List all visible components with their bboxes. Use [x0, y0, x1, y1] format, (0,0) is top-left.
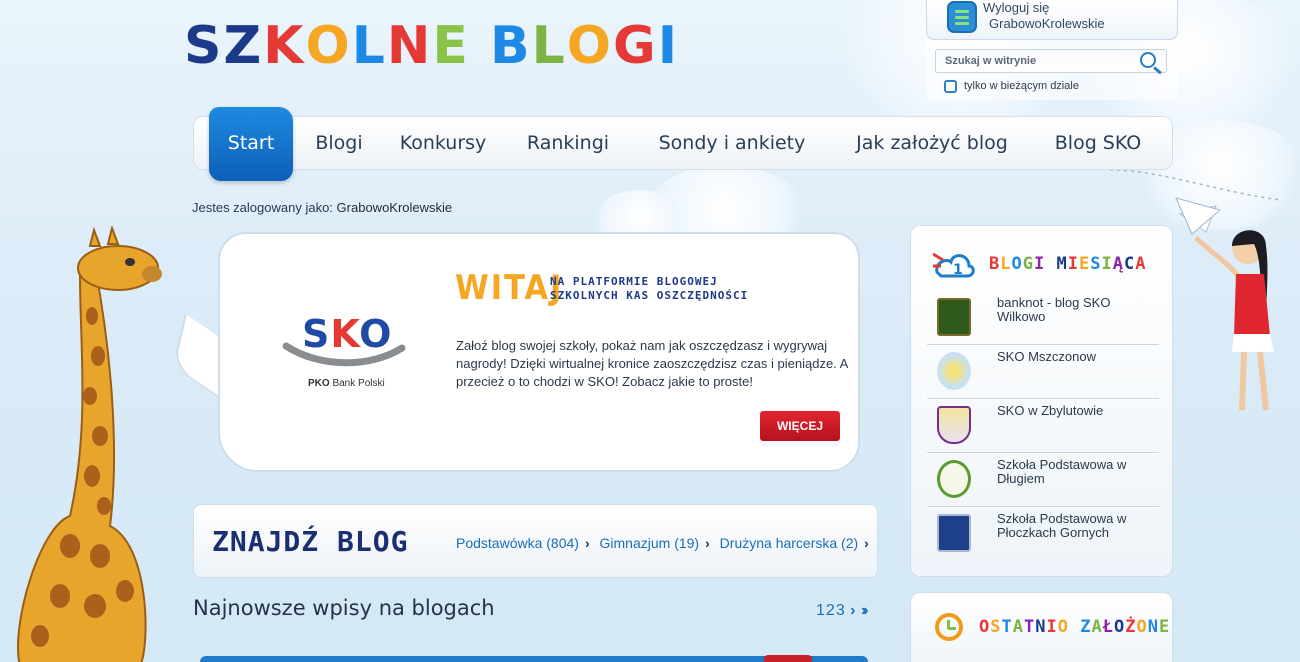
blog-name[interactable]: SKO w Zbylutowie	[997, 404, 1147, 418]
account-icon	[947, 1, 977, 33]
logo-letter: I	[657, 16, 680, 76]
search-icon[interactable]	[1140, 52, 1156, 68]
find-blog-links: Podstawówka (804) › Gimnazjum (19) › Druży…	[456, 535, 875, 551]
posts-bar-accent	[764, 655, 812, 662]
nav-item-jak-zalozyc[interactable]: Jak założyć blog	[856, 117, 1008, 171]
account-username: GrabowoKrolewskie	[989, 16, 1105, 31]
logo-letter: S	[184, 16, 224, 76]
nav-item-sondy[interactable]: Sondy i ankiety	[656, 117, 808, 171]
blog-name[interactable]: Szkoła Podstawowa w Płoczkach Gornych	[997, 512, 1147, 540]
blog-thumbnail[interactable]	[937, 460, 971, 498]
logo-letter: O	[305, 16, 352, 76]
chevron-right-icon: ›	[705, 535, 710, 551]
welcome-title: WITAJ	[455, 268, 564, 308]
section-only-checkbox-label: tylko w bieżącym dziale	[964, 80, 1079, 92]
page-link-1[interactable]: 1	[816, 602, 825, 619]
giraffe-illustration	[17, 226, 162, 662]
last-page-icon[interactable]: ››	[861, 602, 868, 619]
page-link-3[interactable]: 3	[836, 602, 845, 619]
page-link-2[interactable]: 2	[826, 602, 835, 619]
logged-in-user: GrabowoKrolewskie	[336, 200, 453, 215]
logout-link[interactable]: Wyloguj się	[983, 0, 1049, 15]
logo-letter: L	[531, 16, 567, 76]
main-nav: Start Blogi Konkursy Rankingi Sondy i an…	[193, 107, 1173, 181]
logo-letter: B	[490, 16, 532, 76]
blog-name[interactable]: banknot - blog SKO Wilkowo	[997, 296, 1147, 324]
nav-item-konkursy[interactable]: Konkursy	[394, 117, 492, 171]
blog-thumbnail[interactable]	[937, 514, 971, 552]
pko-bank-label: PKO Bank Polski	[308, 378, 385, 389]
sko-logo-text: SKO	[302, 312, 393, 356]
nav-item-blog-sko[interactable]: Blog SKO	[1050, 117, 1146, 171]
blog-thumbnail[interactable]	[937, 352, 971, 390]
svg-text:1: 1	[953, 262, 963, 278]
logo-letter: O	[566, 16, 613, 76]
logo-letter: G	[613, 16, 658, 76]
account-box: Wyloguj się GrabowoKrolewskie	[926, 0, 1178, 40]
chevron-right-icon: ›	[864, 535, 869, 551]
list-item[interactable]: banknot - blog SKO Wilkowo	[927, 292, 1159, 346]
site-logo[interactable]: SZKOLNE BLOGI	[184, 14, 679, 78]
logo-letter: L	[351, 16, 387, 76]
clock-icon	[935, 613, 963, 641]
blog-thumbnail[interactable]	[937, 298, 971, 336]
next-page-icon[interactable]: ›	[850, 602, 855, 619]
blog-thumbnail[interactable]	[937, 406, 971, 444]
list-item[interactable]: SKO Mszczonow	[927, 346, 1159, 400]
logo-letter: E	[432, 16, 470, 76]
blogs-of-month-panel: 1 BLOGI MIESIĄCA banknot - blog SKO Wilk…	[910, 225, 1173, 577]
section-only-checkbox[interactable]	[944, 80, 957, 93]
logo-letter	[470, 14, 490, 78]
logo-letter: K	[263, 16, 306, 76]
nav-item-rankingi[interactable]: Rankingi	[520, 117, 616, 171]
blog-name[interactable]: Szkoła Podstawowa w Długiem	[997, 458, 1147, 486]
logo-letter: Z	[223, 16, 264, 76]
find-link-druzyna[interactable]: Drużyna harcerska (2)	[720, 535, 859, 551]
sko-logo: SKO PKO Bank Polski	[280, 312, 410, 394]
find-link-podstawowka[interactable]: Podstawówka (804)	[456, 535, 579, 551]
recent-blogs-panel: OSTATNIO ZAŁOŻONE	[910, 592, 1173, 662]
list-item[interactable]: Szkoła Podstawowa w Długiem	[927, 454, 1159, 508]
welcome-subtitle: NA PLATFORMIE BLOGOWEJ SZKOLNYCH KAS OSZ…	[550, 275, 749, 302]
nav-item-blogi[interactable]: Blogi	[304, 117, 374, 171]
find-blog-box: ZNAJDŹ BLOG Podstawówka (804) › Gimnazjum…	[193, 504, 878, 578]
find-link-gimnazjum[interactable]: Gimnazjum (19)	[600, 535, 700, 551]
latest-posts-title: Najnowsze wpisy na blogach	[193, 596, 495, 620]
logged-in-prefix: Jestes zalogowany jako:	[192, 200, 333, 215]
logged-in-info: Jestes zalogowany jako: GrabowoKrolewski…	[192, 200, 452, 215]
search-box: Szukaj w witrynie tylko w bieżącym dzial…	[926, 40, 1178, 100]
list-item[interactable]: Szkoła Podstawowa w Płoczkach Gornych	[927, 508, 1159, 562]
blogs-of-month-title: BLOGI MIESIĄCA	[989, 254, 1147, 274]
find-blog-title: ZNAJDŹ BLOG	[212, 525, 409, 558]
pagination: 123 › ››	[816, 602, 868, 620]
welcome-body: Załoź blog swojej szkoły, pokaż nam jak …	[456, 338, 848, 389]
more-button[interactable]: WIĘCEJ	[760, 411, 840, 441]
search-input[interactable]: Szukaj w witrynie	[935, 49, 1167, 73]
list-item[interactable]: SKO w Zbylutowie	[927, 400, 1159, 454]
recent-blogs-title: OSTATNIO ZAŁOŻONE	[979, 617, 1171, 637]
nav-item-start[interactable]: Start	[209, 107, 293, 181]
logo-letter: N	[386, 16, 433, 76]
blog-name[interactable]: SKO Mszczonow	[997, 350, 1147, 364]
chevron-right-icon: ›	[584, 535, 590, 551]
cloud-number-icon: 1	[933, 252, 975, 278]
